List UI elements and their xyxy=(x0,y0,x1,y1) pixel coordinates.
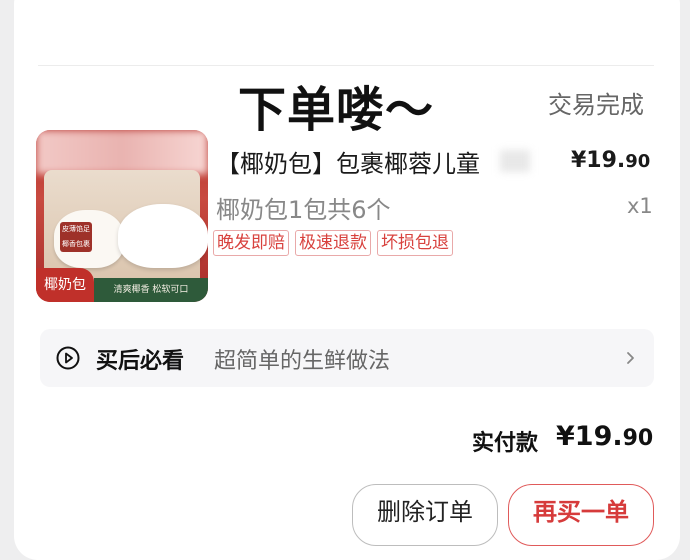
bun-shape xyxy=(118,204,208,268)
guide-description: 超简单的生鲜做法 xyxy=(214,349,391,374)
price-main: ¥19. xyxy=(571,148,626,173)
amount-main: ¥19. xyxy=(556,421,623,452)
product-name[interactable]: 【椰奶包】包裹椰蓉儿童 xyxy=(216,144,480,179)
header-divider xyxy=(38,65,654,66)
price-cents: 90 xyxy=(625,151,651,172)
product-quantity: x1 xyxy=(627,194,653,218)
service-tags: 晚发即赔 极速退款 坏损包退 xyxy=(213,230,453,256)
service-tag: 极速退款 xyxy=(295,230,371,256)
blurred-banner xyxy=(36,130,208,174)
service-tag: 晚发即赔 xyxy=(213,230,289,256)
chevron-right-icon xyxy=(627,352,634,364)
product-price: ¥19.90 xyxy=(571,148,650,173)
product-spec: 椰奶包1包共6个 xyxy=(216,196,391,224)
play-circle-icon xyxy=(56,346,80,370)
rebuy-button[interactable]: 再买一单 xyxy=(508,484,654,546)
redacted-text xyxy=(500,150,530,172)
payment-label: 实付款 xyxy=(472,431,539,456)
service-tag: 坏损包退 xyxy=(377,230,453,256)
delete-order-button[interactable]: 删除订单 xyxy=(352,484,498,546)
overlay-caption: 下单喽～ xyxy=(238,82,435,138)
image-strip: 清爽椰香 松软可口 xyxy=(94,278,208,302)
image-tag: 皮薄馅足 椰香包裹 xyxy=(60,222,92,252)
order-status: 交易完成 xyxy=(548,91,644,119)
product-image[interactable]: 皮薄馅足 椰香包裹 椰奶包 清爽椰香 松软可口 xyxy=(36,130,208,302)
guide-title: 买后必看 xyxy=(96,349,185,374)
after-purchase-guide[interactable]: 买后必看 超简单的生鲜做法 xyxy=(40,329,654,387)
payment-amount: ¥19.90 xyxy=(556,421,653,452)
image-badge: 椰奶包 xyxy=(36,268,94,302)
amount-cents: 90 xyxy=(622,426,654,451)
